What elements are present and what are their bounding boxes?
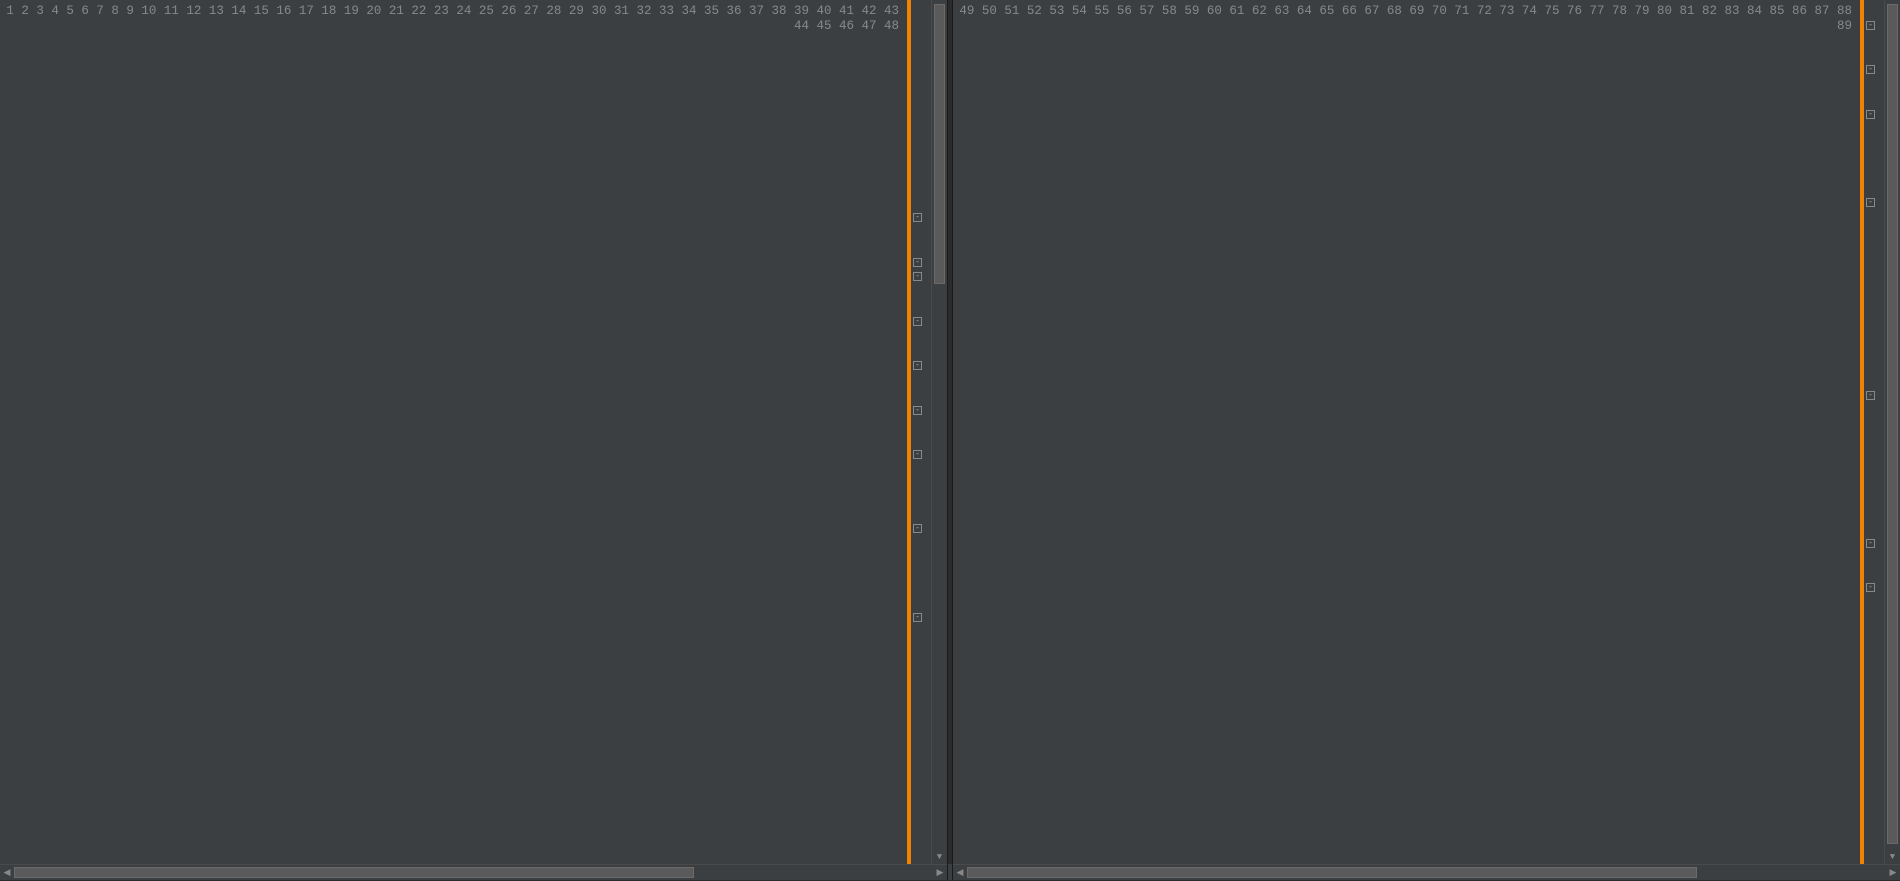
horizontal-scrollbar[interactable]: ◀ ▶ bbox=[0, 864, 947, 880]
fold-toggle-icon[interactable]: - bbox=[913, 258, 922, 267]
hscrollbar-thumb[interactable] bbox=[967, 867, 1697, 878]
fold-toggle-icon[interactable]: - bbox=[1866, 21, 1875, 30]
split-editor: 1 2 3 4 5 6 7 8 9 10 11 12 13 14 15 16 1… bbox=[0, 0, 1900, 880]
scroll-right-arrow[interactable]: ▶ bbox=[1886, 865, 1900, 880]
right-pane: 49 50 51 52 53 54 55 56 57 58 59 60 61 6… bbox=[953, 0, 1900, 880]
fold-toggle-icon[interactable]: - bbox=[913, 213, 922, 222]
fold-toggle-icon[interactable]: - bbox=[913, 317, 922, 326]
left-pane: 1 2 3 4 5 6 7 8 9 10 11 12 13 14 15 16 1… bbox=[0, 0, 947, 880]
fold-toggle-icon[interactable]: - bbox=[1866, 539, 1875, 548]
fold-toggle-icon[interactable]: - bbox=[913, 272, 922, 281]
scroll-down-arrow[interactable]: ▼ bbox=[1885, 850, 1900, 864]
fold-toggle-icon[interactable]: - bbox=[1866, 583, 1875, 592]
right-editor[interactable]: 49 50 51 52 53 54 55 56 57 58 59 60 61 6… bbox=[953, 0, 1900, 864]
fold-toggle-icon[interactable]: - bbox=[1866, 65, 1875, 74]
hscrollbar-thumb[interactable] bbox=[14, 867, 694, 878]
line-number-gutter: 49 50 51 52 53 54 55 56 57 58 59 60 61 6… bbox=[953, 0, 1860, 864]
scroll-left-arrow[interactable]: ◀ bbox=[0, 865, 14, 880]
scroll-down-arrow[interactable]: ▼ bbox=[932, 850, 947, 864]
line-number-gutter: 1 2 3 4 5 6 7 8 9 10 11 12 13 14 15 16 1… bbox=[0, 0, 907, 864]
scrollbar-thumb[interactable] bbox=[1887, 4, 1898, 844]
fold-gutter[interactable]: - - - - - - - bbox=[1864, 0, 1878, 864]
fold-toggle-icon[interactable]: - bbox=[913, 361, 922, 370]
vertical-scrollbar[interactable]: ▲ ▼ bbox=[931, 0, 947, 864]
fold-toggle-icon[interactable]: - bbox=[913, 406, 922, 415]
fold-toggle-icon[interactable]: - bbox=[1866, 110, 1875, 119]
fold-toggle-icon[interactable]: - bbox=[913, 450, 922, 459]
horizontal-scrollbar[interactable]: ◀ ▶ bbox=[953, 864, 1900, 880]
scroll-right-arrow[interactable]: ▶ bbox=[933, 865, 947, 880]
fold-toggle-icon[interactable]: - bbox=[1866, 391, 1875, 400]
scroll-left-arrow[interactable]: ◀ bbox=[953, 865, 967, 880]
fold-gutter[interactable]: - - - - - - - - - bbox=[911, 0, 925, 864]
left-editor[interactable]: 1 2 3 4 5 6 7 8 9 10 11 12 13 14 15 16 1… bbox=[0, 0, 947, 864]
fold-toggle-icon[interactable]: - bbox=[913, 524, 922, 533]
fold-toggle-icon[interactable]: - bbox=[1866, 198, 1875, 207]
vertical-scrollbar[interactable]: ▲ ▼ bbox=[1884, 0, 1900, 864]
scrollbar-thumb[interactable] bbox=[934, 4, 945, 284]
fold-toggle-icon[interactable]: - bbox=[913, 613, 922, 622]
